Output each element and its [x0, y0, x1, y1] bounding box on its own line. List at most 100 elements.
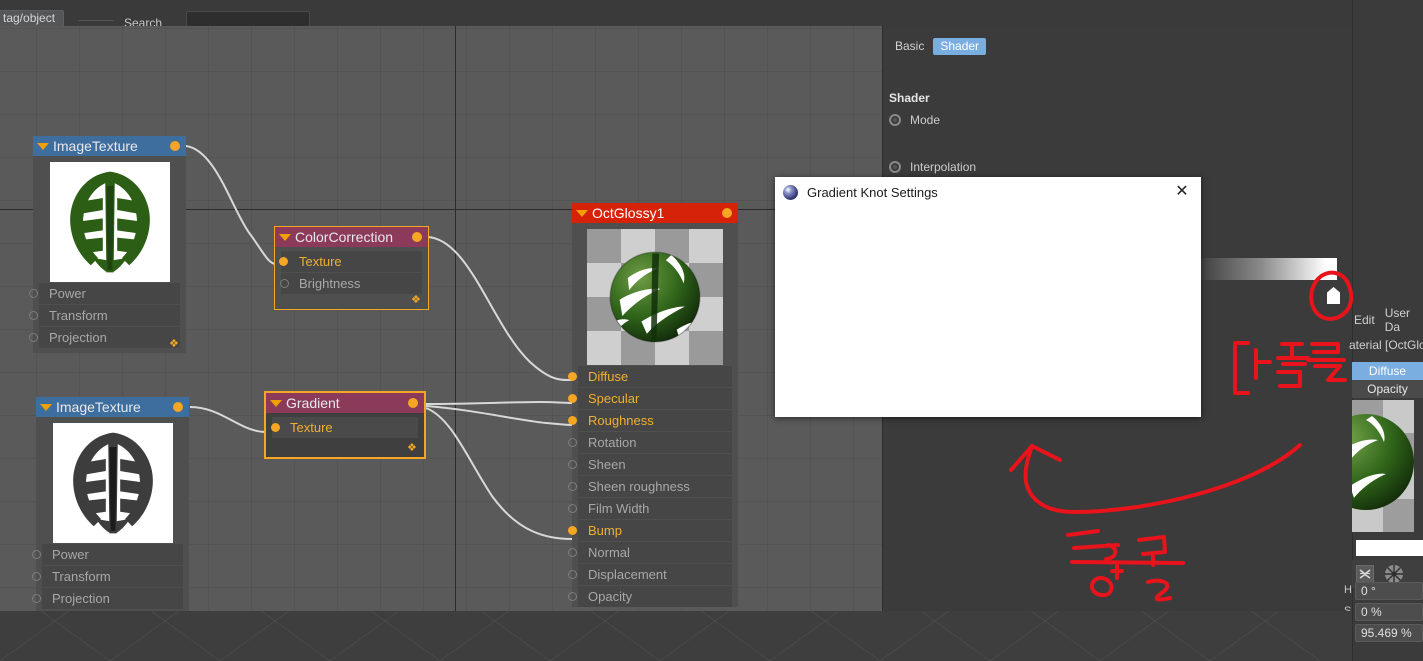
- collapse-triangle-icon[interactable]: [270, 399, 282, 407]
- node-body: Diffuse Specular Roughness Rotation Shee…: [568, 223, 738, 607]
- port-dot-icon[interactable]: [568, 394, 577, 403]
- material-menu-row: Edit User Da: [1352, 306, 1423, 334]
- node-header[interactable]: ImageTexture: [36, 397, 189, 417]
- node-output-port[interactable]: [408, 398, 418, 408]
- node-port-row[interactable]: Projection: [32, 588, 183, 609]
- node-body: Texture ❖: [266, 413, 424, 457]
- color-wheel-icon[interactable]: [1384, 564, 1404, 584]
- menu-item-user-data[interactable]: User Da: [1385, 306, 1423, 334]
- node-port-row[interactable]: Diffuse: [568, 366, 732, 387]
- port-dot-icon[interactable]: [29, 333, 38, 342]
- node-output-port[interactable]: [722, 208, 732, 218]
- port-label: Sheen: [588, 457, 626, 472]
- interpolation-row: Interpolation: [889, 158, 1349, 176]
- dialog-title-bar[interactable]: Gradient Knot Settings: [775, 177, 1201, 207]
- node-output-port[interactable]: [170, 141, 180, 151]
- node-resize-grip-icon[interactable]: ❖: [411, 295, 423, 307]
- port-dot-icon[interactable]: [568, 416, 577, 425]
- port-dot-icon[interactable]: [568, 592, 577, 601]
- node-imagetexture-1[interactable]: ImageTexture Power Transform Projection …: [29, 136, 186, 353]
- port-dot-icon[interactable]: [29, 289, 38, 298]
- node-port-row[interactable]: Power: [29, 283, 180, 304]
- expand-collapse-icon[interactable]: [1356, 565, 1374, 583]
- node-port-row[interactable]: Power: [32, 544, 183, 565]
- node-port-row[interactable]: Texture: [271, 417, 418, 438]
- tab-basic[interactable]: Basic: [888, 38, 931, 55]
- node-octglossy1[interactable]: OctGlossy1 Diffuse Specular Roughness Ro…: [568, 203, 738, 608]
- viewport-grid: [0, 611, 1321, 661]
- port-dot-icon[interactable]: [279, 257, 288, 266]
- node-port-row[interactable]: Displacement: [568, 564, 732, 585]
- node-port-row[interactable]: Sheen: [568, 454, 732, 475]
- port-dot-icon[interactable]: [568, 504, 577, 513]
- node-port-row[interactable]: Projection: [29, 327, 180, 348]
- port-dot-icon[interactable]: [32, 572, 41, 581]
- node-port-row[interactable]: Rotation: [568, 432, 732, 453]
- node-port-row[interactable]: Opacity: [568, 586, 732, 607]
- node-port-row[interactable]: Specular: [568, 388, 732, 409]
- material-color-swatch[interactable]: [1356, 540, 1423, 556]
- collapse-triangle-icon[interactable]: [37, 142, 49, 150]
- node-body: Power Transform Projection ❖: [29, 156, 186, 353]
- port-label: Texture: [290, 420, 333, 435]
- port-dot-icon[interactable]: [568, 438, 577, 447]
- node-port-row[interactable]: Film Width: [568, 498, 732, 519]
- collapse-triangle-icon[interactable]: [279, 233, 291, 241]
- mode-label: Mode: [910, 113, 941, 127]
- gradient-preview-strip[interactable]: [1199, 258, 1337, 280]
- port-dot-icon[interactable]: [568, 570, 577, 579]
- port-dot-icon[interactable]: [568, 372, 577, 381]
- hsv-value-v[interactable]: 95.469 %: [1355, 624, 1423, 642]
- node-port-row[interactable]: Transform: [32, 566, 183, 587]
- node-resize-grip-icon[interactable]: ❖: [407, 443, 419, 455]
- node-port-row[interactable]: Sheen roughness: [568, 476, 732, 497]
- node-port-row[interactable]: Texture: [279, 251, 422, 272]
- hsv-value-s[interactable]: 0 %: [1355, 603, 1423, 621]
- node-output-port[interactable]: [173, 402, 183, 412]
- node-colorcorrection[interactable]: ColorCorrection Texture Brightness ❖: [274, 226, 429, 310]
- mode-radio-icon[interactable]: [889, 114, 901, 126]
- interpolation-label: Interpolation: [910, 160, 977, 174]
- node-header[interactable]: ColorCorrection: [275, 227, 428, 247]
- node-imagetexture-2[interactable]: ImageTexture Power Transform Projection: [32, 397, 189, 611]
- port-dot-icon[interactable]: [32, 594, 41, 603]
- port-dot-icon[interactable]: [280, 279, 289, 288]
- material-channel-diffuse[interactable]: Diffuse: [1352, 362, 1423, 380]
- port-label: Film Width: [588, 501, 650, 516]
- node-port-row[interactable]: Transform: [29, 305, 180, 326]
- viewport-panel[interactable]: [0, 611, 1352, 661]
- node-header[interactable]: Gradient: [266, 393, 424, 413]
- node-port-row[interactable]: Brightness: [280, 273, 422, 294]
- tag-object-field[interactable]: tag/object: [0, 10, 65, 27]
- port-dot-icon[interactable]: [568, 460, 577, 469]
- node-gradient[interactable]: Gradient Texture ❖: [264, 391, 426, 459]
- port-dot-icon[interactable]: [32, 550, 41, 559]
- gradient-knot-settings-dialog[interactable]: Gradient Knot Settings ✕: [775, 177, 1201, 417]
- port-dot-icon[interactable]: [568, 526, 577, 535]
- interpolation-radio-icon[interactable]: [889, 161, 901, 173]
- port-dot-icon[interactable]: [29, 311, 38, 320]
- dialog-close-button[interactable]: ✕: [1173, 183, 1191, 201]
- port-dot-icon[interactable]: [271, 423, 280, 432]
- port-dot-icon[interactable]: [568, 548, 577, 557]
- collapse-triangle-icon[interactable]: [40, 403, 52, 411]
- hsv-value-h[interactable]: 0 °: [1355, 582, 1423, 600]
- shader-section-title: Shader: [889, 91, 930, 105]
- port-label: Power: [52, 547, 89, 562]
- dialog-title: Gradient Knot Settings: [807, 184, 938, 200]
- tab-shader[interactable]: Shader: [933, 38, 987, 55]
- node-header[interactable]: ImageTexture: [33, 136, 186, 156]
- menu-item-edit[interactable]: Edit: [1354, 313, 1375, 327]
- node-port-row[interactable]: Roughness: [568, 410, 732, 431]
- node-port-row[interactable]: Normal: [568, 542, 732, 563]
- node-output-port[interactable]: [412, 232, 422, 242]
- node-port-row[interactable]: Bump: [568, 520, 732, 541]
- node-header[interactable]: OctGlossy1: [572, 203, 738, 223]
- node-resize-grip-icon[interactable]: ❖: [169, 339, 181, 351]
- port-dot-icon[interactable]: [568, 482, 577, 491]
- node-editor-canvas[interactable]: ImageTexture Power Transform Projection …: [0, 26, 882, 611]
- port-label: Normal: [588, 545, 630, 560]
- port-label: Projection: [49, 330, 107, 345]
- material-channel-opacity[interactable]: Opacity: [1352, 380, 1423, 398]
- collapse-triangle-icon[interactable]: [576, 209, 588, 217]
